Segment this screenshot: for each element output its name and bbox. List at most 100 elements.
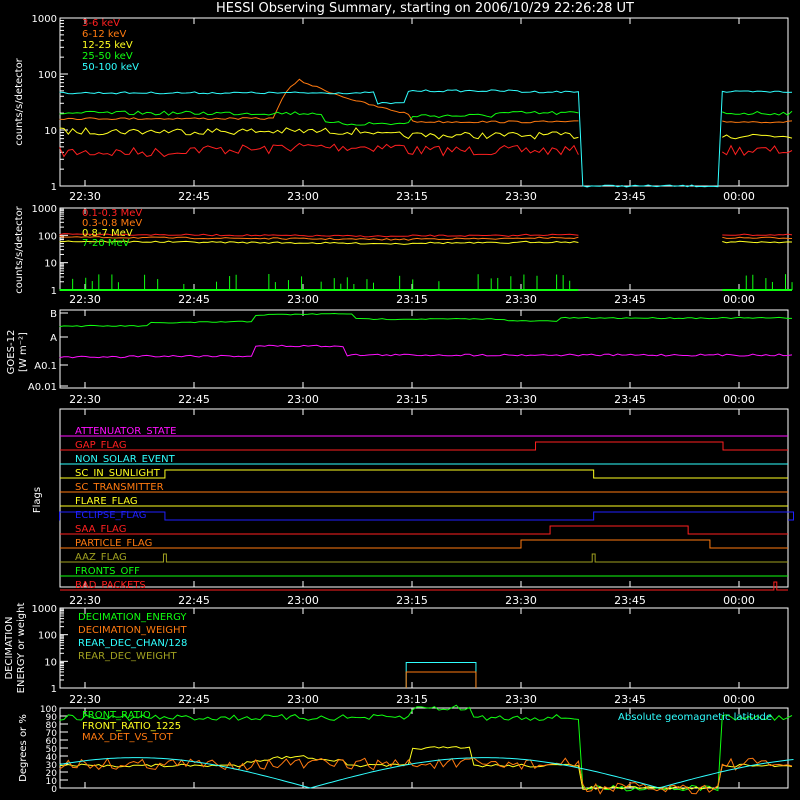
flag-line-sc_in_sunlight	[60, 469, 788, 479]
flag-label: PARTICLE_FLAG	[75, 538, 152, 549]
panel-count-rates: 1 10 100 1000 counts/s/detector 22:30 22:45 23:…	[14, 14, 793, 203]
panel3-ylabel-goes: GOES-12	[6, 330, 17, 375]
time-tick-label: 22:45	[178, 393, 210, 406]
time-tick-label: 23:00	[287, 393, 319, 406]
time-tick-label: 23:15	[396, 693, 428, 706]
time-tick-label: 22:45	[178, 190, 210, 203]
series-line-0.1-0.3-MeV	[59, 233, 793, 238]
time-tick-label: 23:15	[396, 293, 428, 306]
y-tick-label: 1	[51, 286, 57, 297]
time-tick-label: 23:30	[505, 594, 537, 607]
series-line-0.3-0.8-MeV	[59, 235, 793, 241]
y-tick-label: 1000	[32, 204, 57, 215]
flag-line-bad_packets	[60, 581, 788, 591]
series-line-front-ratio-1225	[59, 746, 793, 790]
legend-label: FRONT_RATIO_1225	[82, 721, 181, 732]
flag-line-particle_flag	[60, 539, 788, 549]
y-tick-label: 100	[40, 705, 57, 715]
time-tick-label: 23:00	[287, 190, 319, 203]
y-tick-label: A0.1	[34, 361, 57, 372]
time-tick-label: 23:30	[505, 190, 537, 203]
series-line-goes-short	[59, 344, 793, 359]
y-tick-label: 10	[44, 657, 57, 668]
flag-label: AAZ_FLAG	[75, 552, 127, 563]
time-tick-label: 23:30	[505, 393, 537, 406]
flag-label: SC_TRANSMITTER	[75, 482, 164, 493]
flag-label: BAD_PACKETS	[75, 580, 146, 591]
time-tick-label: 23:45	[614, 594, 646, 607]
y-tick-label: 1	[51, 182, 57, 193]
series-line-geomagnetic-latitude	[59, 757, 794, 789]
y-tick-label: 100	[38, 70, 57, 81]
series-line-6-12-keV	[59, 78, 793, 124]
series-line-3-6-keV	[59, 142, 793, 158]
time-tick-label: 23:15	[396, 594, 428, 607]
time-tick-label: 23:00	[287, 293, 319, 306]
series-line-25-50-keV	[59, 110, 793, 126]
panel-goes-frame	[59, 309, 789, 389]
hessi-summary-figure: HESSI Observing Summary, starting on 200…	[4, 1, 794, 795]
legend-label: 25-50 keV	[82, 51, 133, 62]
y-tick-label: 1000	[32, 604, 57, 615]
legend-label: MAX_DET_VS_TOT	[82, 732, 174, 743]
flag-label: FLARE_FLAG	[75, 496, 138, 507]
flag-label: FRONTS_OFF	[75, 566, 140, 577]
flag-label: NON_SOLAR_EVENT	[75, 454, 176, 465]
y-tick-label: 100	[38, 631, 57, 642]
y-tick-label: 1	[51, 684, 57, 695]
time-tick-label: 22:30	[69, 293, 101, 306]
y-tick-label: B	[50, 309, 57, 320]
figure-title: HESSI Observing Summary, starting on 200…	[216, 1, 634, 16]
flag-label: GAP_FLAG	[75, 440, 127, 451]
legend-label: REAR_DEC_CHAN/128	[78, 638, 187, 649]
time-tick-label: 23:30	[505, 293, 537, 306]
panel-goes: A0.01 A0.1 A B GOES-12 [W m⁻²] 22:30 22:45 23:00…	[6, 309, 793, 406]
time-tick-label: 22:45	[178, 693, 210, 706]
y-tick-label: 10	[44, 259, 57, 270]
legend-label: 3-6 keV	[82, 18, 120, 29]
panel-high-energy-rates-frame	[59, 207, 789, 291]
series-line-0.8-7-MeV	[59, 240, 793, 245]
time-tick-label: 00:00	[723, 693, 755, 706]
time-tick-label: 23:15	[396, 393, 428, 406]
flag-line-aaz_flag	[60, 553, 788, 563]
flag-label: ECLIPSE_FLAG	[75, 510, 146, 521]
flag-label: ATTENUATOR_STATE	[75, 426, 176, 437]
annotation-label: Absolute geomagnetic latitude	[618, 712, 772, 723]
panel6-ylabel: Degrees or %	[18, 714, 29, 782]
panel4-ylabel: Flags	[32, 487, 43, 513]
legend-label: 6-12 keV	[82, 29, 126, 40]
time-tick-label: 23:00	[287, 693, 319, 706]
time-tick-label: 22:30	[69, 594, 101, 607]
time-tick-label: 23:45	[614, 693, 646, 706]
flag-label: SC_IN_SUNLIGHT	[75, 468, 161, 479]
time-tick-label: 22:30	[69, 190, 101, 203]
y-tick-label: 100	[38, 231, 57, 242]
flag-line-gap_flag	[60, 441, 788, 451]
y-tick-label: 10	[44, 126, 57, 137]
time-tick-label: 22:45	[178, 594, 210, 607]
y-tick-label: A	[50, 333, 57, 344]
legend-label: REAR_DEC_WEIGHT	[78, 651, 177, 662]
time-tick-label: 22:30	[69, 693, 101, 706]
legend-label: 50-100 keV	[82, 62, 139, 73]
series-line-50-100-keV	[59, 89, 793, 188]
time-tick-label: 23:45	[614, 393, 646, 406]
rear-dec-weight-step	[405, 671, 477, 688]
y-tick-label: A0.01	[28, 382, 57, 393]
legend-label: DECIMATION_ENERGY	[78, 612, 187, 623]
legend-label: 12-25 keV	[82, 40, 133, 51]
time-tick-label: 23:00	[287, 594, 319, 607]
legend-label: DECIMATION_WEIGHT	[78, 625, 187, 636]
panel3-ylabel-unit: [W m⁻²]	[18, 332, 29, 372]
flag-label: SAA_FLAG	[75, 524, 126, 535]
flag-line-saa_flag	[60, 525, 788, 535]
time-tick-label: 00:00	[723, 293, 755, 306]
flag-line-eclipse_flag	[59, 511, 794, 521]
panel1-ylabel: counts/s/detector	[14, 57, 25, 145]
time-tick-label: 23:30	[505, 693, 537, 706]
time-tick-label: 22:45	[178, 293, 210, 306]
panel-flags: Flags 22:30 22:45 23:00 23:15 23:30 23:45 00:00…	[32, 408, 794, 607]
time-tick-label: 00:00	[723, 190, 755, 203]
series-line-12-25-keV	[59, 127, 793, 140]
